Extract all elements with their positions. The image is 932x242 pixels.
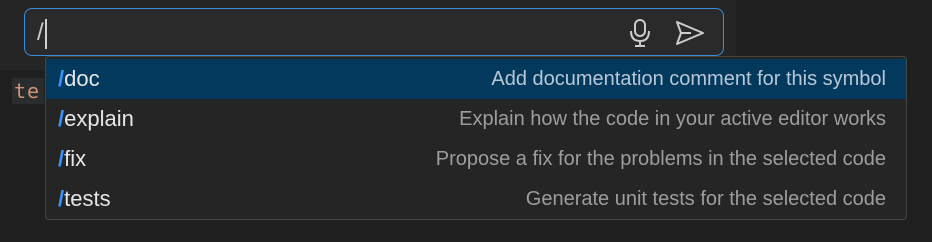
suggestion-doc[interactable]: /doc Add documentation comment for this …: [46, 59, 906, 99]
chat-input-text[interactable]: /: [37, 19, 44, 47]
command-name: doc: [64, 66, 100, 91]
command-label: /explain: [58, 106, 134, 132]
send-button[interactable]: [675, 18, 705, 48]
command-description: Explain how the code in your active edit…: [459, 107, 886, 130]
slash-command-suggestions: /doc Add documentation comment for this …: [45, 56, 907, 220]
editor-text-fragment: te: [12, 78, 45, 104]
suggestion-explain[interactable]: /explain Explain how the code in your ac…: [46, 99, 906, 139]
command-name: fix: [64, 146, 87, 171]
command-description: Propose a fix for the problems in the se…: [435, 147, 886, 170]
command-label: /doc: [58, 66, 100, 92]
chat-input-box[interactable]: /: [24, 8, 724, 56]
suggestion-fix[interactable]: /fix Propose a fix for the problems in t…: [46, 139, 906, 179]
chat-window: te / /doc Add documentation comment for …: [0, 0, 932, 242]
microphone-icon: [630, 19, 650, 47]
microphone-button[interactable]: [625, 18, 655, 48]
send-icon: [676, 21, 704, 45]
command-name: tests: [64, 186, 111, 211]
suggestion-tests[interactable]: /tests Generate unit tests for the selec…: [46, 179, 906, 219]
command-label: /tests: [58, 186, 111, 212]
command-description: Generate unit tests for the selected cod…: [525, 187, 886, 210]
command-description: Add documentation comment for this symbo…: [491, 67, 886, 90]
command-label: /fix: [58, 146, 86, 172]
command-name: explain: [64, 106, 134, 131]
text-caret: [45, 19, 47, 49]
